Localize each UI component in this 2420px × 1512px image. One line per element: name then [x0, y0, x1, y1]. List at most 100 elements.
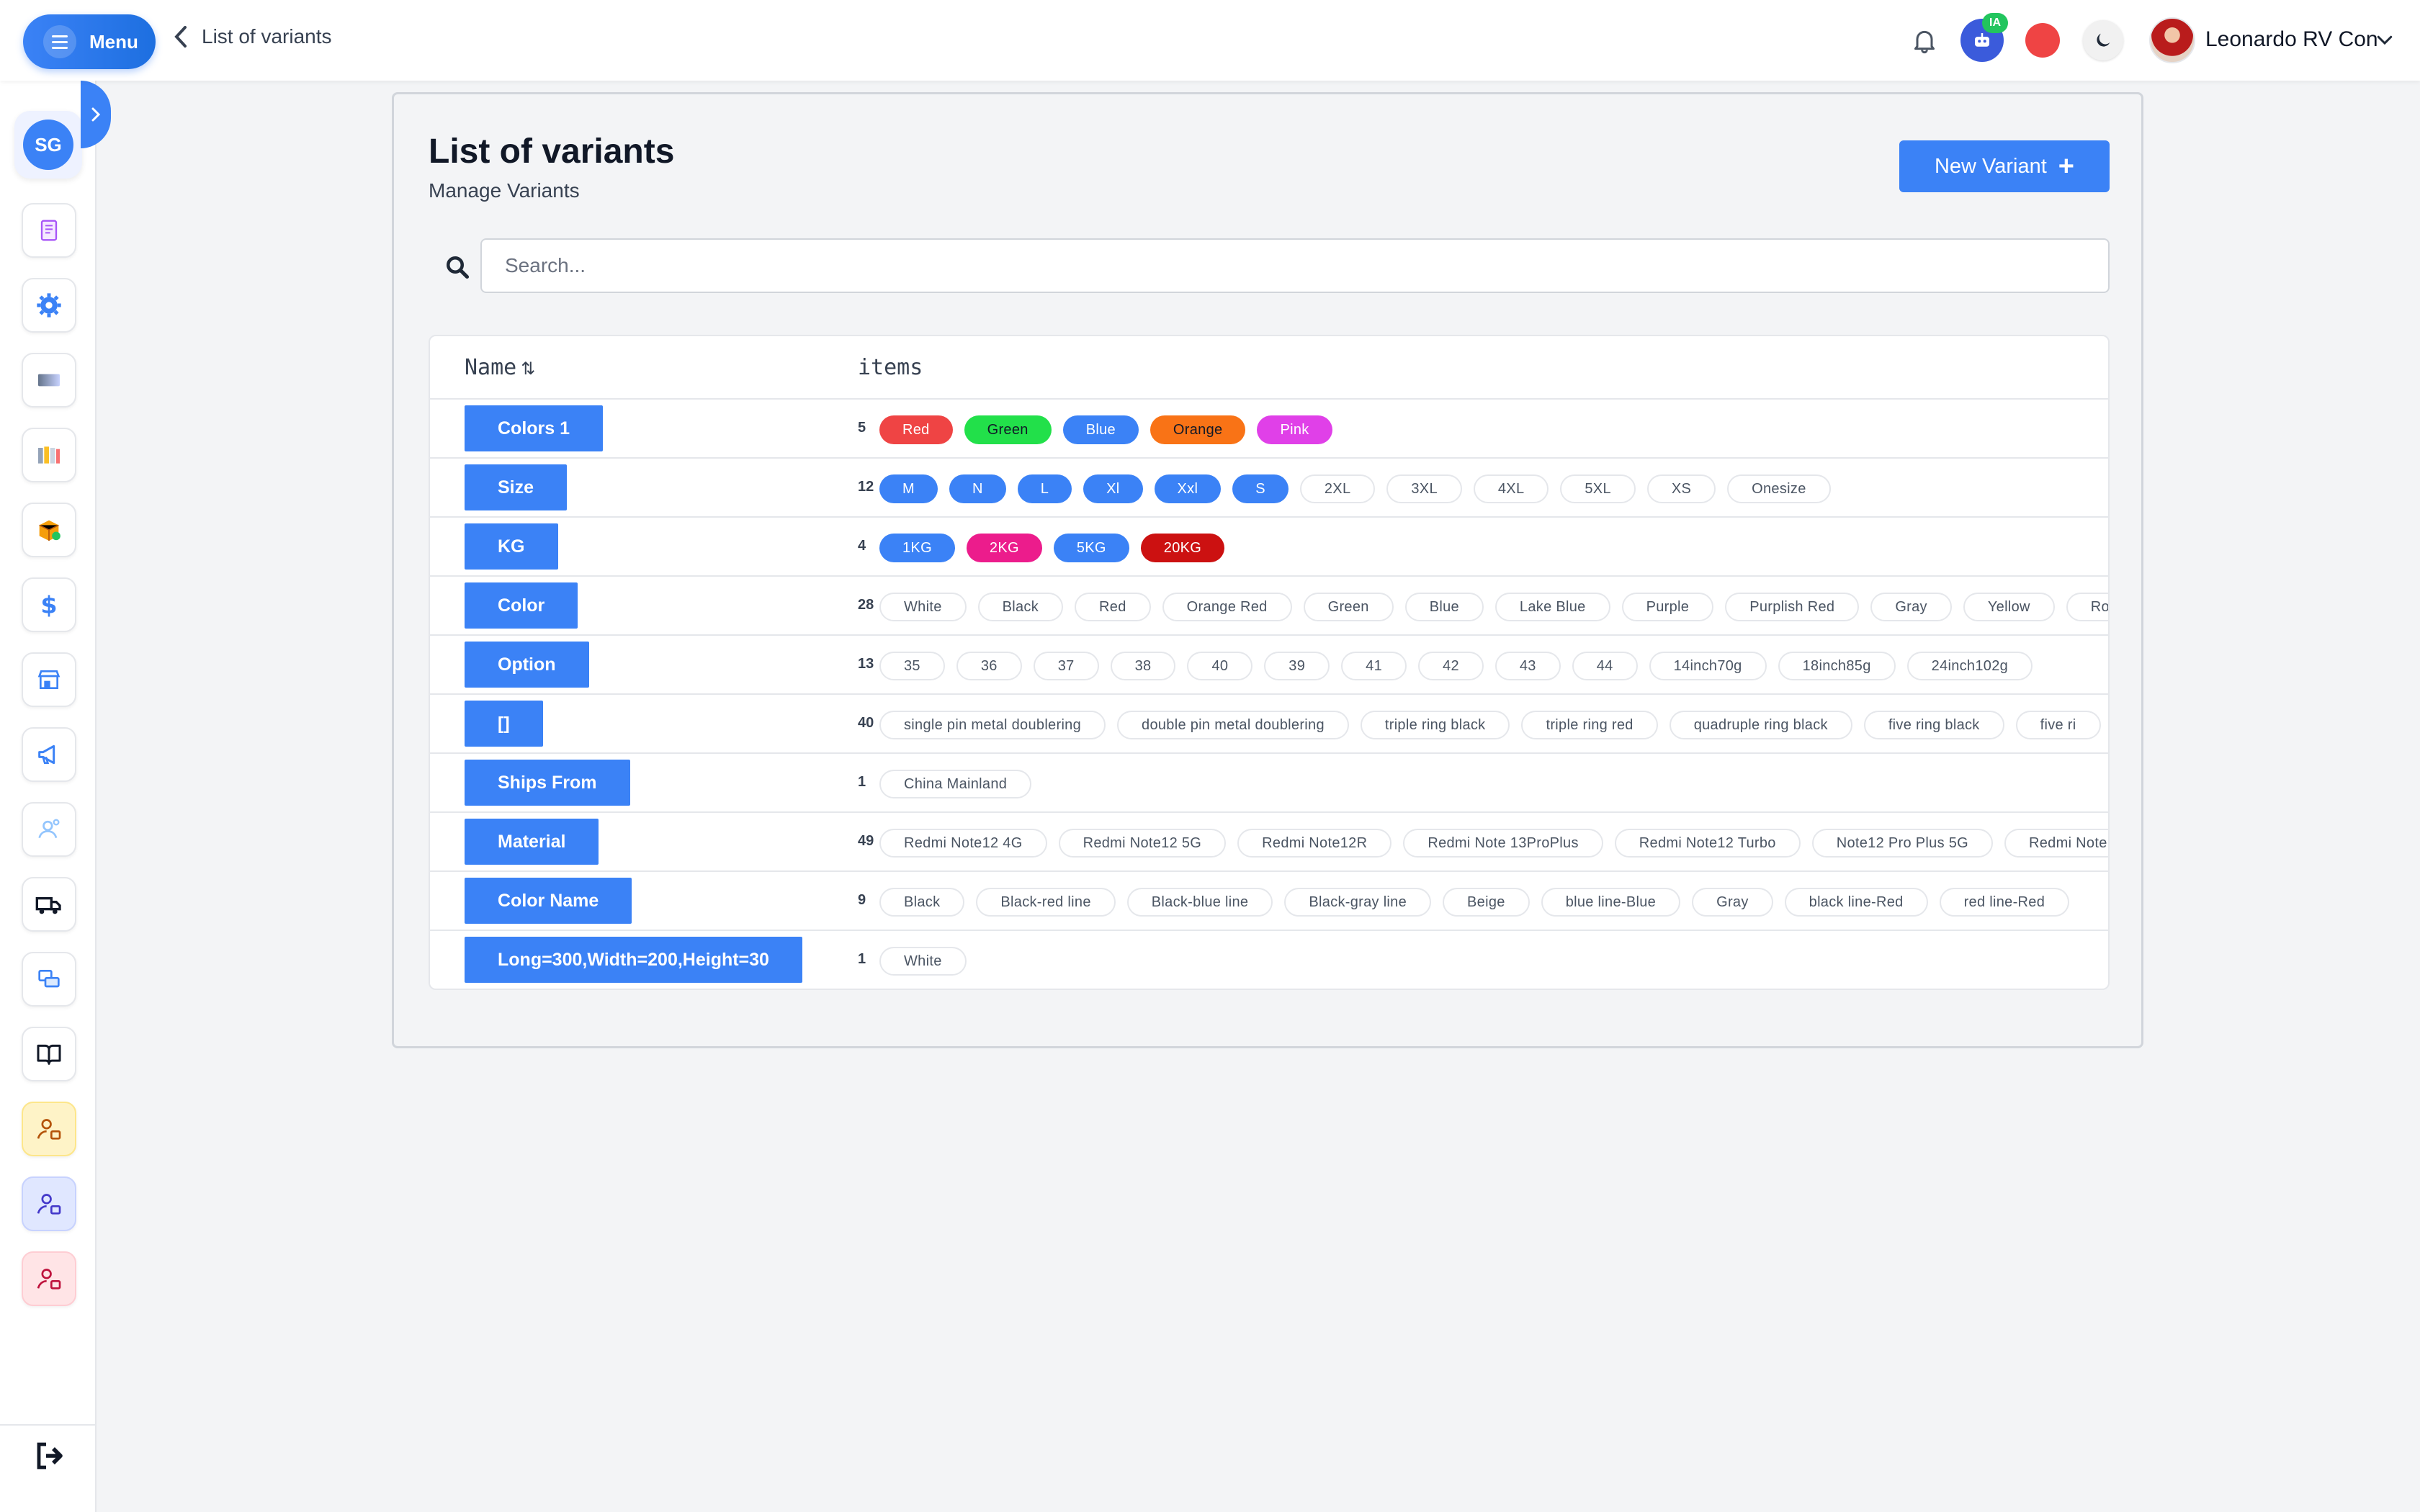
variant-item-chip[interactable]: Gray: [1692, 888, 1773, 917]
variant-item-chip[interactable]: Redmi Note12R: [1237, 829, 1392, 858]
variant-item-chip[interactable]: Ro: [2066, 593, 2108, 621]
variant-name-button[interactable]: Color: [465, 582, 578, 629]
variant-item-chip[interactable]: Redmi Note 13ProPlus: [1403, 829, 1603, 858]
sidebar-item-shipping[interactable]: [22, 877, 76, 932]
variant-item-chip[interactable]: Black: [977, 593, 1064, 621]
variant-item-chip[interactable]: 2KG: [966, 534, 1042, 562]
org-switcher[interactable]: SG: [14, 111, 82, 179]
variant-item-chip[interactable]: 5KG: [1053, 534, 1129, 562]
sidebar-item-deliveries[interactable]: [22, 952, 76, 1007]
sidebar-item-store[interactable]: [22, 652, 76, 707]
variant-item-chip[interactable]: double pin metal doublering: [1117, 711, 1349, 739]
variant-item-chip[interactable]: Redmi Note12: [2004, 829, 2108, 858]
sidebar-item-user-yellow[interactable]: [22, 1102, 76, 1156]
variant-name-button[interactable]: KG: [465, 523, 558, 570]
variant-item-chip[interactable]: quadruple ring black: [1669, 711, 1852, 739]
variant-name-button[interactable]: Size: [465, 464, 568, 510]
variant-item-chip[interactable]: Pink: [1257, 415, 1332, 444]
search-input[interactable]: [480, 238, 2110, 293]
variant-item-chip[interactable]: Black: [879, 888, 965, 917]
variant-item-chip[interactable]: L: [1017, 474, 1072, 503]
variant-item-chip[interactable]: Orange: [1150, 415, 1246, 444]
variant-item-chip[interactable]: blue line-Blue: [1541, 888, 1681, 917]
sidebar-expand-button[interactable]: [81, 81, 111, 148]
variant-item-chip[interactable]: Xxl: [1154, 474, 1222, 503]
variant-item-chip[interactable]: Orange Red: [1162, 593, 1292, 621]
user-avatar[interactable]: [2149, 17, 2195, 63]
variant-item-chip[interactable]: triple ring red: [1521, 711, 1658, 739]
variant-item-chip[interactable]: black line-Red: [1784, 888, 1928, 917]
sidebar-item-team[interactable]: [22, 802, 76, 857]
variant-item-chip[interactable]: 4XL: [1473, 474, 1549, 503]
sidebar-item-catalog[interactable]: [22, 428, 76, 482]
user-name[interactable]: Leonardo RV Con: [2205, 27, 2378, 52]
sidebar-item-products[interactable]: [22, 503, 76, 557]
sidebar-item-user-blue[interactable]: [22, 1176, 76, 1231]
sidebar-item-invoices[interactable]: [22, 203, 76, 258]
variant-item-chip[interactable]: red line-Red: [1939, 888, 2070, 917]
variant-item-chip[interactable]: 37: [1033, 652, 1099, 680]
variant-item-chip[interactable]: 38: [1110, 652, 1176, 680]
variant-item-chip[interactable]: 2XL: [1299, 474, 1376, 503]
variant-item-chip[interactable]: Onesize: [1727, 474, 1831, 503]
variant-item-chip[interactable]: triple ring black: [1360, 711, 1510, 739]
variant-item-chip[interactable]: 40: [1187, 652, 1253, 680]
variant-name-button[interactable]: Option: [465, 642, 589, 688]
variant-name-button[interactable]: Ships From: [465, 760, 630, 806]
variant-item-chip[interactable]: Yellow: [1963, 593, 2055, 621]
variant-name-button[interactable]: Material: [465, 819, 599, 865]
variant-item-chip[interactable]: S: [1232, 474, 1289, 503]
chevron-down-icon[interactable]: [2374, 29, 2396, 50]
variant-item-chip[interactable]: Black-blue line: [1126, 888, 1273, 917]
variant-item-chip[interactable]: Xl: [1083, 474, 1143, 503]
variant-item-chip[interactable]: Lake Blue: [1494, 593, 1610, 621]
sidebar-item-media[interactable]: [22, 353, 76, 408]
variant-name-button[interactable]: Long=300,Width=200,Height=30: [465, 937, 802, 983]
variant-item-chip[interactable]: 36: [956, 652, 1022, 680]
variant-item-chip[interactable]: Redmi Note12 4G: [879, 829, 1047, 858]
variant-item-chip[interactable]: 20KG: [1140, 534, 1225, 562]
variant-item-chip[interactable]: 41: [1341, 652, 1407, 680]
variant-item-chip[interactable]: Black-red line: [976, 888, 1116, 917]
variant-item-chip[interactable]: Note12 Pro Plus 5G: [1811, 829, 1994, 858]
variant-item-chip[interactable]: 18inch85g: [1778, 652, 1896, 680]
variant-item-chip[interactable]: five ri: [2015, 711, 2101, 739]
chevron-left-icon[interactable]: [173, 24, 189, 49]
variant-item-chip[interactable]: 14inch70g: [1649, 652, 1767, 680]
dark-mode-toggle[interactable]: [2083, 20, 2123, 60]
variant-item-chip[interactable]: 39: [1264, 652, 1330, 680]
variant-item-chip[interactable]: Beige: [1443, 888, 1530, 917]
bell-icon[interactable]: [1910, 26, 1939, 55]
record-indicator[interactable]: [2025, 23, 2060, 58]
variant-item-chip[interactable]: XS: [1646, 474, 1716, 503]
variant-item-chip[interactable]: Red: [879, 415, 953, 444]
variant-item-chip[interactable]: White: [879, 593, 967, 621]
sidebar-item-user-red[interactable]: [22, 1251, 76, 1306]
sidebar-item-docs[interactable]: [22, 1027, 76, 1081]
variant-item-chip[interactable]: Redmi Note12 Turbo: [1614, 829, 1801, 858]
sort-icon[interactable]: ⇅: [521, 359, 535, 379]
new-variant-button[interactable]: New Variant +: [1899, 140, 2110, 192]
variant-item-chip[interactable]: Purplish Red: [1725, 593, 1860, 621]
breadcrumb[interactable]: List of variants: [173, 24, 332, 49]
variant-item-chip[interactable]: Purple: [1621, 593, 1714, 621]
variant-item-chip[interactable]: Redmi Note12 5G: [1058, 829, 1227, 858]
variant-item-chip[interactable]: Red: [1075, 593, 1151, 621]
logout-icon[interactable]: [32, 1439, 66, 1473]
variant-item-chip[interactable]: N: [949, 474, 1006, 503]
variant-item-chip[interactable]: 3XL: [1386, 474, 1462, 503]
variant-item-chip[interactable]: M: [879, 474, 938, 503]
name-column-header[interactable]: Name ⇅: [465, 355, 535, 380]
variant-item-chip[interactable]: 44: [1572, 652, 1638, 680]
variant-item-chip[interactable]: single pin metal doublering: [879, 711, 1106, 739]
variant-item-chip[interactable]: Green: [1303, 593, 1394, 621]
variant-item-chip[interactable]: five ring black: [1863, 711, 2004, 739]
sidebar-item-marketing[interactable]: [22, 727, 76, 782]
variant-item-chip[interactable]: 5XL: [1560, 474, 1636, 503]
variant-item-chip[interactable]: White: [879, 947, 967, 976]
variant-name-button[interactable]: Color Name: [465, 878, 632, 924]
variant-item-chip[interactable]: Green: [964, 415, 1052, 444]
sidebar-item-payments[interactable]: $: [22, 577, 76, 632]
variant-item-chip[interactable]: Gray: [1870, 593, 1952, 621]
sidebar-item-settings[interactable]: [22, 278, 76, 333]
